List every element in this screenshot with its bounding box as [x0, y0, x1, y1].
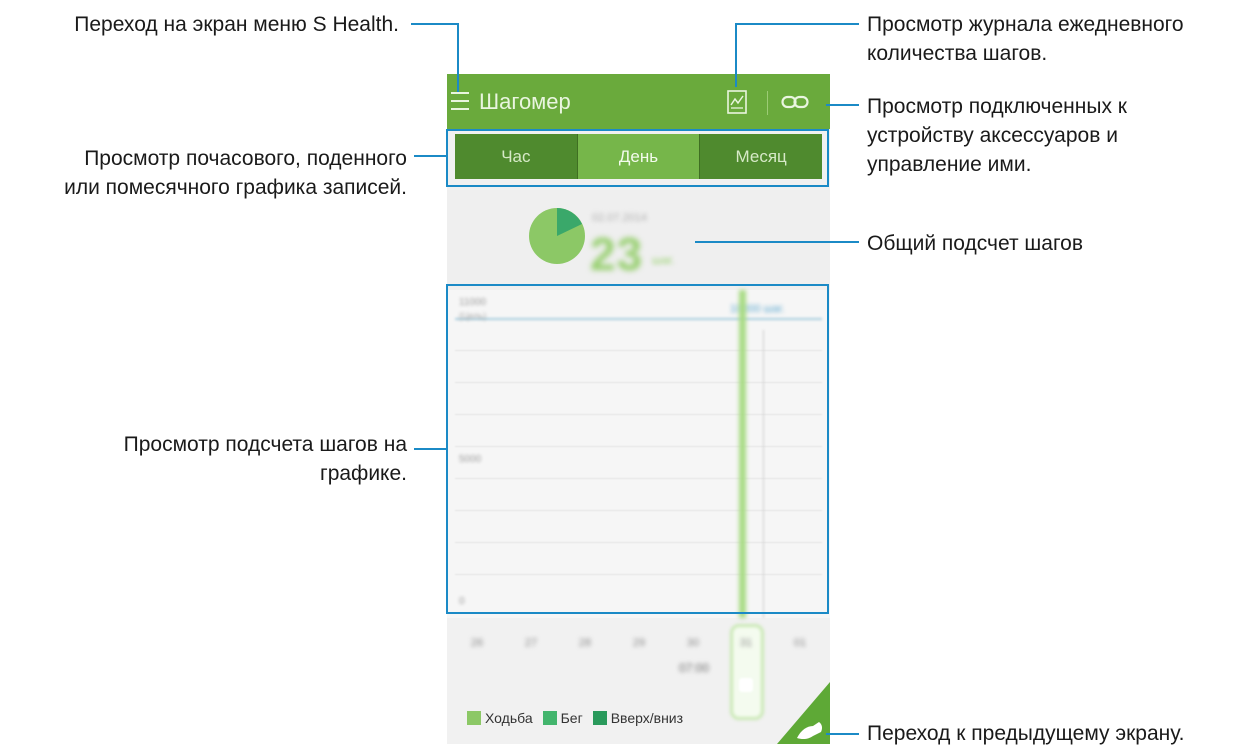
- activity-legend: Ходьба Бег Вверх/вниз: [467, 710, 693, 726]
- callout-accessories: Просмотр подключенных к устройству аксес…: [867, 92, 1127, 179]
- leader-line: [826, 733, 859, 735]
- legend-swatch: [467, 711, 481, 725]
- leader-line: [735, 23, 737, 87]
- selected-time: 07:00: [679, 661, 710, 675]
- x-tick: 01: [793, 637, 807, 649]
- tabs-outline: [446, 129, 829, 187]
- total-steps: 23: [590, 228, 644, 280]
- callout-log: Просмотр журнала ежедневного количества …: [867, 10, 1184, 68]
- steps-unit: шаг.: [652, 253, 675, 267]
- summary-date: 02.07.2014: [592, 212, 648, 224]
- callout-periods-line-1: Просмотр почасового, поденного: [84, 147, 407, 170]
- leader-line: [411, 23, 458, 25]
- x-axis: 26 27 28 29 30 31 01 07:00: [447, 624, 830, 720]
- x-tick: 28: [578, 637, 592, 649]
- legend-swatch: [542, 711, 557, 725]
- link-icon[interactable]: [781, 94, 809, 110]
- x-tick: 27: [524, 637, 538, 649]
- activity-pie-chart: [529, 208, 585, 264]
- callout-total: Общий подсчет шагов: [867, 232, 1083, 255]
- callout-accessories-line-2: устройству аксессуаров и: [867, 124, 1118, 147]
- leader-line: [414, 155, 447, 157]
- callout-log-line-1: Просмотр журнала ежедневного: [867, 13, 1184, 36]
- leader-line: [735, 23, 859, 25]
- leader-line: [414, 448, 447, 450]
- callout-periods: Просмотр почасового, поденного или помес…: [64, 144, 407, 202]
- x-tick: 31: [739, 637, 753, 649]
- legend-walking: Ходьба: [467, 710, 533, 726]
- app-bar-divider: [767, 91, 768, 115]
- legend-label: Вверх/вниз: [610, 710, 684, 726]
- legend-swatch: [592, 711, 607, 725]
- callout-periods-line-2: или помесячного графика записей.: [64, 176, 407, 199]
- x-tick: 26: [470, 637, 484, 649]
- callout-graph-line-2: графике.: [320, 462, 407, 485]
- app-bar: Шагомер: [447, 74, 830, 129]
- callout-graph-line-1: Просмотр подсчета шагов на: [123, 433, 407, 456]
- callout-log-line-2: количества шагов.: [867, 42, 1048, 65]
- leader-line: [826, 104, 859, 106]
- selected-day-knob[interactable]: [739, 678, 753, 692]
- daily-log-icon[interactable]: [727, 90, 747, 114]
- leader-line: [457, 23, 459, 92]
- legend-running: Бег: [542, 710, 583, 726]
- legend-label: Бег: [560, 710, 583, 726]
- callout-accessories-line-3: управление ими.: [867, 153, 1032, 176]
- legend-label: Ходьба: [485, 710, 533, 726]
- app-title: Шагомер: [479, 89, 571, 114]
- callout-menu: Переход на экран меню S Health.: [74, 13, 399, 36]
- callout-accessories-line-1: Просмотр подключенных к: [867, 95, 1127, 118]
- x-tick: 30: [686, 637, 700, 649]
- hamburger-icon[interactable]: [451, 92, 469, 110]
- x-tick: 29: [632, 637, 646, 649]
- graph-outline: [446, 284, 829, 614]
- callout-graph: Просмотр подсчета шагов на графике.: [124, 430, 407, 488]
- legend-stairs: Вверх/вниз: [592, 710, 684, 726]
- leader-line: [695, 241, 859, 243]
